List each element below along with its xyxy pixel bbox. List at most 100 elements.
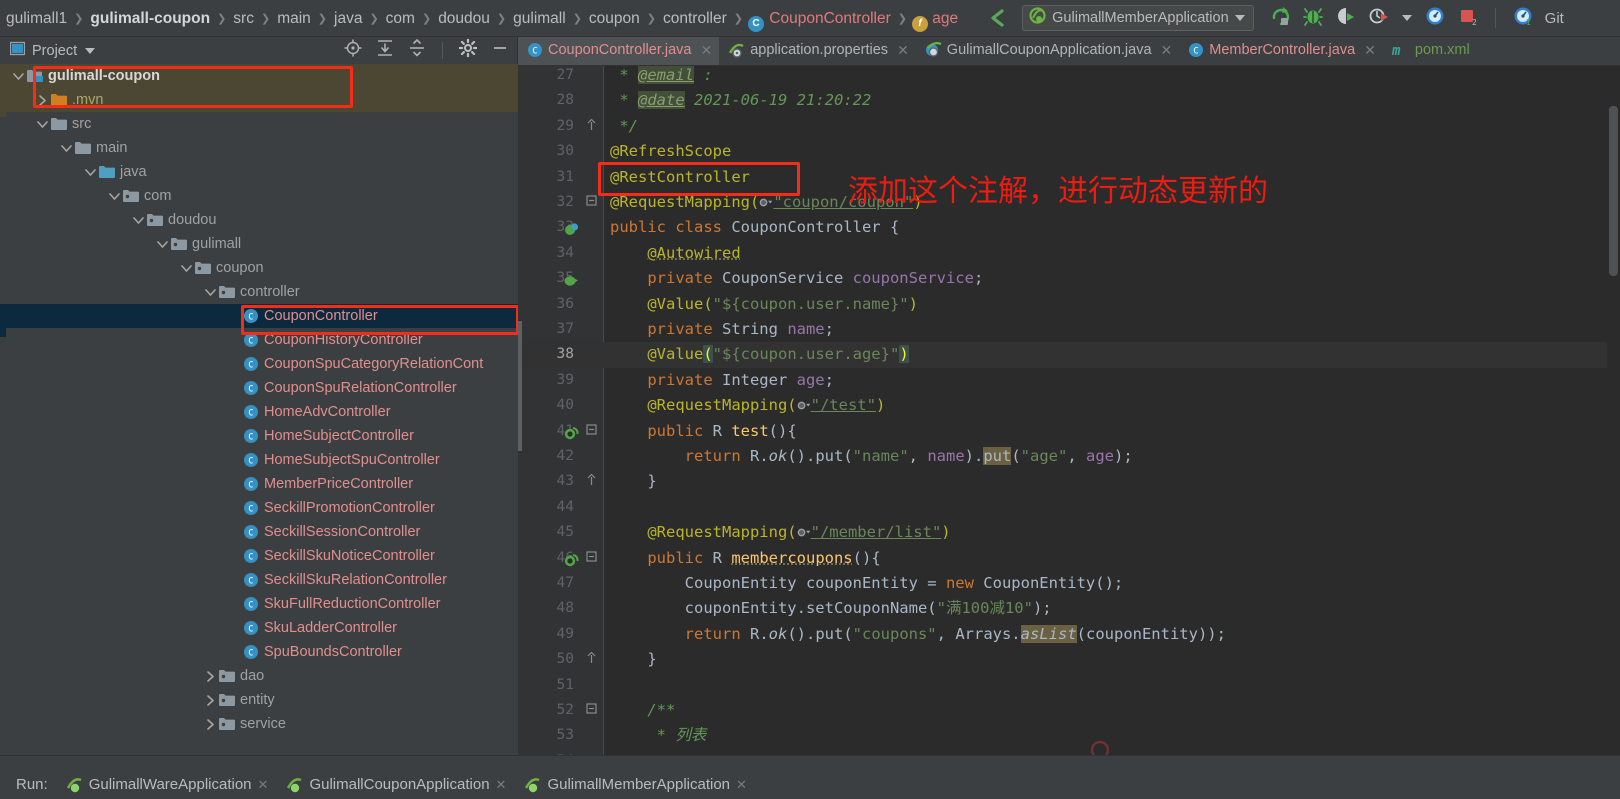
debug-icon[interactable]	[1302, 6, 1323, 31]
code-line[interactable]: */	[610, 114, 1620, 139]
editor-left-scroll-marker[interactable]	[518, 321, 522, 451]
code-line[interactable]: CouponEntity couponEntity = new CouponEn…	[610, 571, 1620, 596]
chevron-right-icon[interactable]	[202, 718, 218, 730]
code-line[interactable]: * @date 2021-06-19 21:20:22	[610, 88, 1620, 113]
collapse-all-icon[interactable]	[408, 38, 426, 62]
code-line[interactable]: }	[610, 469, 1620, 494]
editor-tab-applicationproperties[interactable]: application.properties ✕	[719, 37, 916, 65]
tree-item-class[interactable]: C MemberPriceController	[0, 472, 518, 496]
hide-panel-icon[interactable]	[491, 39, 509, 62]
code-line[interactable]: * @email :	[610, 66, 1620, 88]
breadcrumb-item-coupon[interactable]: coupon	[583, 0, 646, 37]
tree-item-main[interactable]: main	[0, 136, 518, 160]
breadcrumb-item-age[interactable]: f age	[908, 0, 964, 37]
tree-item-mvn[interactable]: .mvn	[0, 88, 518, 112]
fold-collapse-icon[interactable]	[586, 547, 597, 572]
code-line[interactable]: }	[610, 647, 1620, 672]
tree-item-class[interactable]: C CouponHistoryController	[0, 328, 518, 352]
close-icon[interactable]: ✕	[897, 42, 909, 59]
breadcrumb-item-src[interactable]: src	[227, 0, 260, 37]
close-icon[interactable]: ✕	[496, 777, 507, 793]
chevron-down-icon[interactable]	[82, 168, 98, 177]
close-icon[interactable]: ✕	[258, 777, 269, 793]
breadcrumb-item-gulimall-coupon[interactable]: gulimall-coupon	[84, 0, 216, 37]
code-line[interactable]: couponEntity.setCouponName("满100减10");	[610, 596, 1620, 621]
chevron-right-icon[interactable]	[202, 694, 218, 706]
tree-item-controller[interactable]: controller	[0, 280, 518, 304]
code-line[interactable]: @Value("${coupon.user.age}")	[610, 342, 1620, 367]
run-tab-gulimallcouponapplication[interactable]: GulimallCouponApplication ✕	[278, 776, 516, 799]
chevron-down-icon[interactable]	[58, 144, 74, 153]
editor-tab-couponcontrollerjava[interactable]: C CouponController.java ✕	[518, 37, 720, 65]
spring-mapping-icon[interactable]	[564, 551, 580, 567]
tree-item-class[interactable]: C HomeSubjectController	[0, 424, 518, 448]
editor-tab-membercontrollerjava[interactable]: C MemberController.java ✕	[1179, 37, 1383, 65]
tree-item-src[interactable]: src	[0, 112, 518, 136]
run-tab-gulimallmemberapplication[interactable]: GulimallMemberApplication ✕	[516, 776, 756, 799]
breadcrumb-item-gulimall1[interactable]: gulimall1	[0, 0, 73, 37]
chevron-down-icon[interactable]	[85, 42, 96, 60]
editor-tab-gulimallcouponapplicationjava[interactable]: GulimallCouponApplication.java ✕	[916, 37, 1179, 65]
code-line[interactable]	[610, 495, 1620, 520]
fold-collapse-icon[interactable]	[586, 699, 597, 724]
run-configuration-selector[interactable]: GulimallMemberApplication	[1022, 5, 1254, 31]
code-line[interactable]: return R.ok().put("name", name).put("age…	[610, 444, 1620, 469]
breadcrumb-item-java[interactable]: java	[328, 0, 368, 37]
back-navigation-icon[interactable]	[986, 7, 1008, 29]
spring-bean-icon[interactable]	[564, 220, 580, 236]
code-line[interactable]: /**	[610, 698, 1620, 723]
tree-item-class[interactable]: C SeckillPromotionController	[0, 496, 518, 520]
code-line[interactable]: private String name;	[610, 317, 1620, 342]
editor-tab-bar[interactable]: C CouponController.java ✕ application.prope…	[518, 37, 1620, 66]
run-tab-gulimallwareapplication[interactable]: GulimallWareApplication ✕	[58, 776, 279, 799]
bean-arrow-icon[interactable]	[564, 271, 580, 287]
chevron-down-icon[interactable]	[154, 240, 170, 249]
breadcrumb-item-doudou[interactable]: doudou	[432, 0, 496, 37]
chevron-right-icon[interactable]	[34, 94, 50, 106]
tree-item-class[interactable]: C SpuBoundsController	[0, 640, 518, 664]
fold-end-icon[interactable]	[586, 115, 597, 140]
code-line[interactable]: public R membercoupons(){	[610, 546, 1620, 571]
chevron-down-icon[interactable]	[130, 216, 146, 225]
locate-icon[interactable]	[344, 39, 362, 62]
tree-item-class[interactable]: C SeckillSkuNoticeController	[0, 544, 518, 568]
code-line[interactable]: return R.ok().put("coupons", Arrays.asLi…	[610, 622, 1620, 647]
close-icon[interactable]: ✕	[1161, 42, 1173, 59]
code-line[interactable]: private Integer age;	[610, 368, 1620, 393]
code-line[interactable]: @RequestMapping("/test")	[610, 393, 1620, 418]
tree-item-gulimallcoupon[interactable]: gulimall-coupon	[0, 64, 518, 88]
code-line[interactable]: @RefreshScope	[610, 139, 1620, 164]
tree-item-class[interactable]: C SkuLadderController	[0, 616, 518, 640]
code-line[interactable]: private CouponService couponService;	[610, 266, 1620, 291]
tree-item-entity[interactable]: entity	[0, 688, 518, 712]
tree-item-dao[interactable]: dao	[0, 664, 518, 688]
tree-item-java[interactable]: java	[0, 160, 518, 184]
tree-item-class[interactable]: C CouponSpuCategoryRelationCont	[0, 352, 518, 376]
tree-item-class[interactable]: C HomeAdvController	[0, 400, 518, 424]
editor-tab-pomxml[interactable]: m pom.xml	[1383, 37, 1477, 65]
code-editor[interactable]: 27 * @email : 28 * @date 2021-06-19 21:2…	[518, 66, 1620, 755]
chevron-down-icon[interactable]	[34, 120, 50, 129]
code-line[interactable]: @RequestMapping("/member/list")	[610, 520, 1620, 545]
services2-icon[interactable]: 1	[1513, 6, 1533, 31]
breadcrumb[interactable]: gulimall1 ❯ gulimall-coupon ❯ src ❯ main ❯ java ❯…	[0, 0, 964, 37]
breadcrumb-item-couponcontroller[interactable]: C CouponController	[744, 0, 897, 37]
services-icon[interactable]	[1425, 6, 1445, 31]
tree-item-class[interactable]: C SeckillSessionController	[0, 520, 518, 544]
tree-item-class[interactable]: C SkuFullReductionController	[0, 592, 518, 616]
coverage-icon[interactable]	[1336, 6, 1356, 31]
chevron-down-icon[interactable]	[178, 264, 194, 273]
profiler-icon[interactable]	[1369, 6, 1389, 31]
breadcrumb-item-gulimall[interactable]: gulimall	[507, 0, 572, 37]
git-menu-label[interactable]: Git	[1545, 10, 1564, 27]
tree-item-class[interactable]: C CouponController	[0, 304, 518, 328]
tree-item-gulimall[interactable]: gulimall	[0, 232, 518, 256]
breadcrumb-item-com[interactable]: com	[380, 0, 421, 37]
project-tree[interactable]: gulimall-coupon .mvn src main java com doudou g…	[0, 64, 518, 755]
fold-collapse-icon[interactable]	[586, 191, 597, 216]
tree-item-com[interactable]: com	[0, 184, 518, 208]
fold-end-icon[interactable]	[586, 648, 597, 673]
chevron-down-icon[interactable]	[202, 288, 218, 297]
tree-item-class[interactable]: C HomeSubjectSpuController	[0, 448, 518, 472]
fold-end-icon[interactable]	[586, 470, 597, 495]
